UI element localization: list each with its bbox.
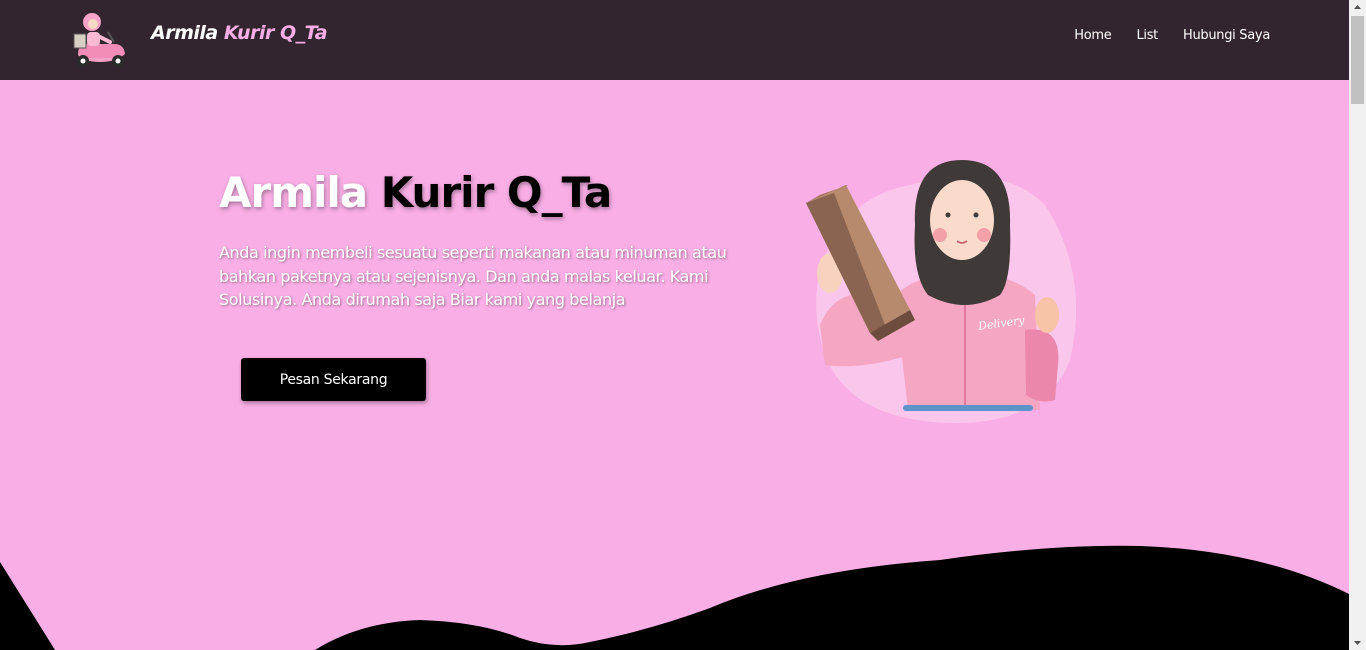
hero-title: Armila Kurir Q_Ta [219,168,612,217]
brand-name-second: Kurir Q_Ta [223,22,328,44]
nav-link-hubungi-saya[interactable]: Hubungi Saya [1183,28,1270,43]
scroll-down-arrow-icon[interactable] [1349,635,1366,650]
hero-description: Anda ingin membeli sesuatu seperti makan… [219,243,727,309]
hero-title-second: Kurir Q_Ta [380,168,612,217]
page-scrollbar[interactable] [1349,0,1366,650]
hero-title-first: Armila [219,168,368,217]
scooter-courier-icon[interactable] [70,8,130,70]
nav-link-home[interactable]: Home [1074,28,1112,43]
nav-menu: Home List Hubungi Saya [1074,28,1270,43]
bottom-wave-decoration [0,545,1349,650]
brand-name-first: Armila [151,22,218,44]
nav-link-list[interactable]: List [1136,28,1158,43]
courier-holding-package-illustration: Delivery [806,160,1077,424]
navbar: Armila Kurir Q_Ta Home List Hubungi Saya [0,0,1349,80]
scrollbar-thumb[interactable] [1351,16,1364,104]
brand-name[interactable]: Armila Kurir Q_Ta [151,22,328,44]
order-now-button[interactable]: Pesan Sekarang [241,358,426,401]
page: Armila Kurir Q_Ta Home List Hubungi Saya… [0,0,1366,650]
scroll-up-arrow-icon[interactable] [1349,0,1366,15]
